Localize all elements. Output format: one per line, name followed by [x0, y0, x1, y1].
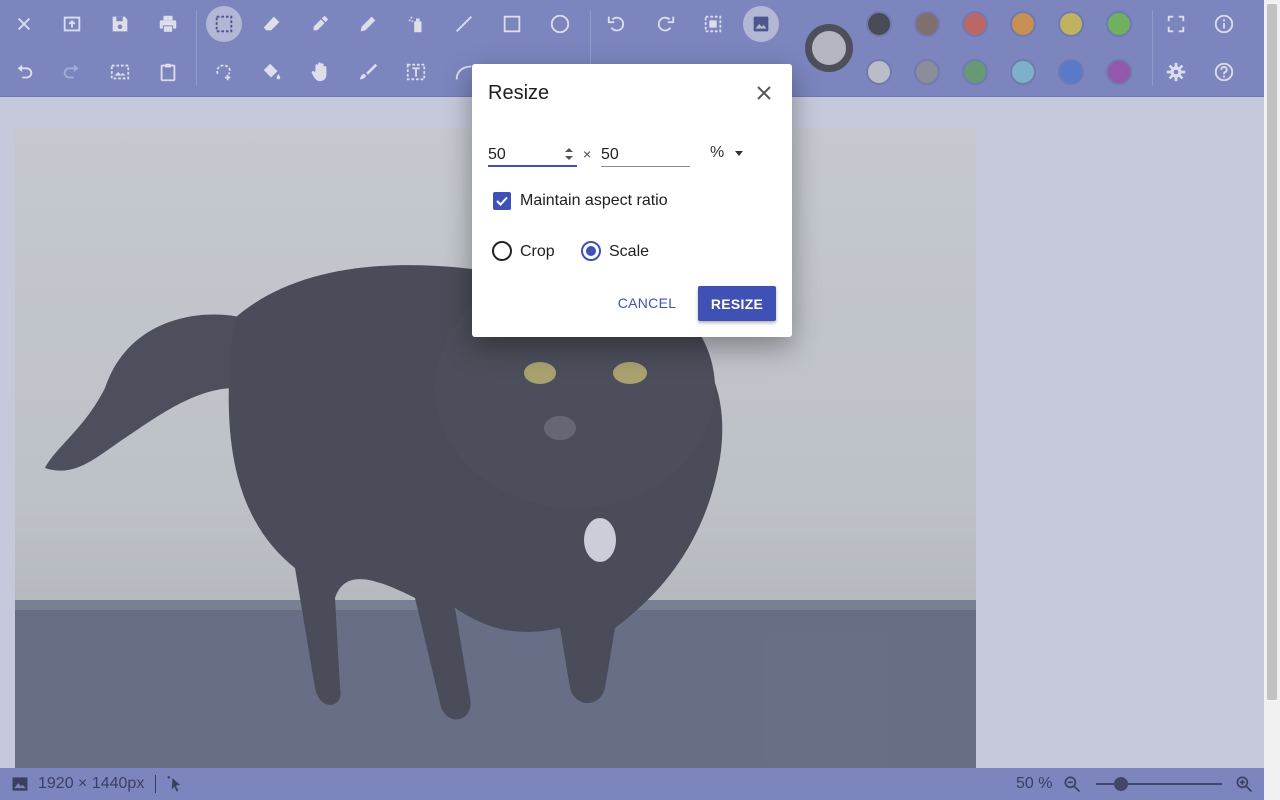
chevron-down-icon[interactable]: [735, 151, 743, 156]
cancel-button[interactable]: CANCEL: [612, 286, 682, 320]
scale-label[interactable]: Scale: [609, 243, 649, 261]
width-input[interactable]: [488, 144, 560, 166]
crop-radio[interactable]: [492, 241, 512, 261]
maintain-aspect-label[interactable]: Maintain aspect ratio: [520, 192, 668, 210]
scrollbar-thumb[interactable]: [1267, 4, 1277, 700]
width-input-underline: [488, 165, 577, 167]
height-input[interactable]: [601, 144, 687, 166]
resize-button[interactable]: RESIZE: [698, 286, 776, 321]
crop-label[interactable]: Crop: [520, 243, 555, 261]
resize-dialog: Resize × % Maintain aspect ratio Crop Sc…: [472, 64, 792, 337]
dialog-title: Resize: [488, 82, 550, 104]
width-stepper[interactable]: [564, 146, 574, 162]
scale-radio[interactable]: [581, 241, 601, 261]
vertical-scrollbar[interactable]: [1264, 0, 1280, 800]
height-input-underline: [601, 166, 690, 167]
unit-select[interactable]: %: [710, 144, 724, 162]
maintain-aspect-checkbox[interactable]: [493, 192, 511, 210]
close-icon[interactable]: [754, 83, 774, 103]
times-sign: ×: [583, 146, 592, 162]
